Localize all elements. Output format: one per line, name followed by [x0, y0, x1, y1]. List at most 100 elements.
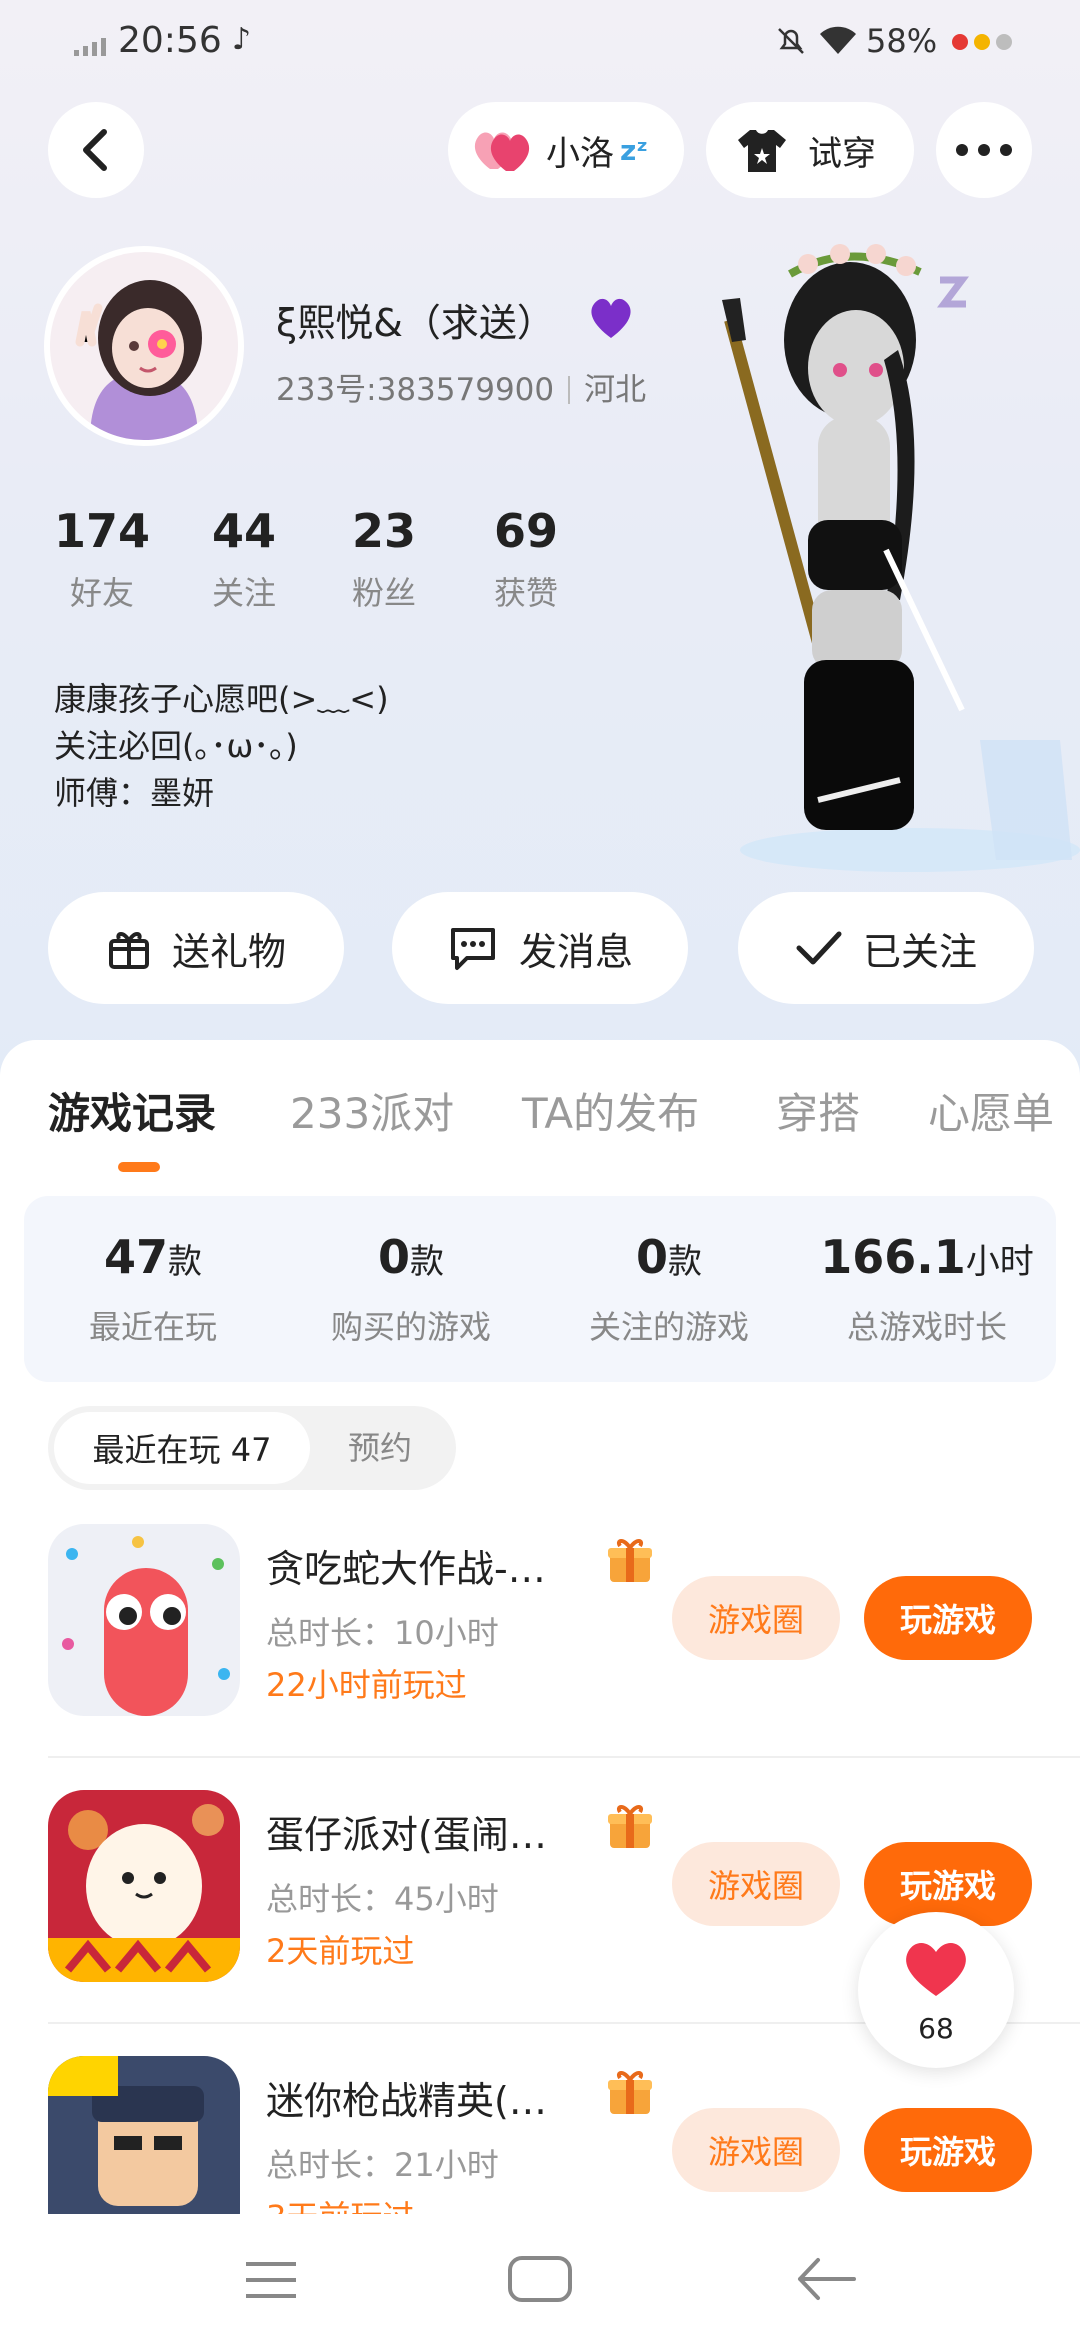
chevron-left-icon — [83, 129, 107, 171]
game-circle-button[interactable]: 游戏圈 — [672, 1842, 840, 1926]
try-on-label: 试穿 — [808, 133, 876, 174]
summary-value: 0 — [377, 1230, 410, 1284]
summary-total-time[interactable]: 166.1小时 总游戏时长 — [798, 1230, 1056, 1348]
game-last-played: 3天前玩过 — [266, 2192, 414, 2214]
game-row[interactable]: 贪吃蛇大作战-… 总时长：10小时 22小时前玩过 游戏圈 玩游戏 — [0, 1524, 1080, 1790]
summary-label: 最近在玩 — [88, 1308, 217, 1346]
segment-reservation[interactable]: 预约 — [348, 1406, 412, 1490]
game-last-played: 22小时前玩过 — [266, 1666, 467, 1704]
message-icon — [450, 928, 495, 970]
snake-game-icon[interactable] — [48, 1524, 240, 1716]
eggy-party-icon[interactable] — [48, 1790, 240, 1982]
summary-unit: 款 — [668, 1242, 702, 1282]
game-name: 蛋仔派对(蛋闹… — [266, 1813, 547, 1857]
summary-unit: 款 — [168, 1242, 202, 1282]
play-game-button[interactable]: 玩游戏 — [864, 1576, 1032, 1660]
tab-outfits[interactable]: 穿搭 — [776, 1080, 860, 1141]
game-duration: 总时长：45小时 — [266, 1880, 499, 1918]
gift-icon[interactable] — [604, 1800, 656, 1852]
tab-indicator — [118, 1162, 160, 1172]
game-circle-button[interactable]: 游戏圈 — [672, 1576, 840, 1660]
try-on-button[interactable]: 试穿 — [706, 102, 914, 198]
gift-icon[interactable] — [604, 1534, 656, 1586]
color-dots-icon — [952, 34, 1012, 50]
summary-value: 0 — [635, 1230, 668, 1284]
stat-fans[interactable]: 23 粉丝 — [314, 504, 454, 614]
followed-button[interactable]: 已关注 — [738, 892, 1034, 1004]
game-summary: 47款 最近在玩 0款 购买的游戏 0款 关注的游戏 166.1小时 总游戏时长 — [24, 1196, 1056, 1382]
mute-bell-icon — [778, 28, 804, 54]
user-id-line: 233号:383579900 河北 — [276, 364, 646, 409]
mini-gun-game-icon[interactable] — [48, 2056, 240, 2214]
double-heart-icon — [474, 132, 530, 171]
summary-label: 购买的游戏 — [330, 1308, 491, 1346]
send-message-button[interactable]: 发消息 — [392, 892, 688, 1004]
tab-wishlist[interactable]: 心愿单 — [928, 1080, 1054, 1141]
home-icon[interactable] — [508, 2256, 572, 2302]
divider — [48, 1756, 1080, 1758]
system-nav-bar — [0, 2214, 1080, 2340]
summary-label: 总游戏时长 — [846, 1308, 1007, 1346]
tshirt-icon — [738, 130, 786, 172]
stat-value: 69 — [493, 504, 558, 558]
bio: 康康孩子心愿吧(>﹏<) 关注必回(｡･ω･｡) 师傅：墨妍 — [54, 676, 389, 817]
game-list-segment: 最近在玩 47 预约 — [48, 1406, 456, 1490]
wifi-icon — [820, 26, 856, 54]
more-dots-icon — [956, 144, 1012, 156]
status-time: 20:56 — [118, 20, 222, 61]
back-button[interactable] — [48, 102, 144, 198]
stat-label: 好友 — [69, 574, 134, 612]
bio-line: 师傅：墨妍 — [54, 774, 215, 812]
tab-ta-posts[interactable]: TA的发布 — [522, 1080, 699, 1141]
like-floating-button[interactable]: 68 — [858, 1912, 1014, 2068]
stat-following[interactable]: 44 关注 — [174, 504, 314, 614]
stat-label: 获赞 — [493, 574, 558, 612]
game-last-played: 2天前玩过 — [266, 1932, 415, 1970]
stat-label: 粉丝 — [351, 574, 416, 612]
game-row[interactable]: 迷你枪战精英(… 总时长：21小时 3天前玩过 游戏圈 玩游戏 — [0, 2056, 1080, 2214]
send-gift-label: 送礼物 — [171, 929, 286, 974]
send-message-label: 发消息 — [518, 929, 633, 974]
sleep-zzz-icon: zᶻ — [620, 133, 648, 167]
send-gift-button[interactable]: 送礼物 — [48, 892, 344, 1004]
purple-heart-icon — [591, 298, 631, 338]
xiaoluo-label: 小洛 — [546, 133, 614, 174]
bio-line: 康康孩子心愿吧(>﹏<) — [54, 680, 389, 718]
game-circle-button[interactable]: 游戏圈 — [672, 2108, 840, 2192]
avatar-image — [50, 252, 238, 440]
tiktok-icon: ♪ — [232, 22, 252, 57]
gift-icon[interactable] — [604, 2066, 656, 2118]
profile-tabs: 游戏记录 233派对 TA的发布 穿搭 心愿单 — [0, 1080, 1080, 1160]
like-count: 68 — [918, 2012, 954, 2045]
summary-purchased[interactable]: 0款 购买的游戏 — [282, 1230, 540, 1348]
stat-label: 关注 — [211, 574, 276, 612]
avatar[interactable] — [44, 246, 244, 446]
summary-unit: 小时 — [965, 1242, 1034, 1282]
stat-likes[interactable]: 69 获赞 — [456, 504, 596, 614]
stat-friends[interactable]: 174 好友 — [32, 504, 172, 614]
user-id[interactable]: 233号:383579900 — [276, 372, 554, 408]
more-button[interactable] — [936, 102, 1032, 198]
segment-recent-playing[interactable]: 最近在玩 47 — [54, 1412, 310, 1484]
bio-line: 关注必回(｡･ω･｡) — [54, 727, 298, 765]
tab-233-party[interactable]: 233派对 — [290, 1080, 454, 1141]
xiaoluo-pet-button[interactable]: 小洛 zᶻ — [448, 102, 684, 198]
signal-icon — [74, 38, 106, 56]
avatar-character-figure[interactable] — [700, 220, 1080, 900]
game-name: 迷你枪战精英(… — [266, 2079, 547, 2123]
nickname: ξ熙悦&（求送） — [276, 301, 555, 345]
separator — [568, 376, 571, 404]
tab-game-records[interactable]: 游戏记录 — [48, 1080, 216, 1141]
menu-icon[interactable] — [244, 2260, 298, 2300]
summary-followed-games[interactable]: 0款 关注的游戏 — [540, 1230, 798, 1348]
check-icon — [796, 931, 842, 965]
gift-icon — [108, 932, 149, 969]
status-bar: 20:56 ♪ 58% — [0, 0, 1080, 84]
game-duration: 总时长：10小时 — [266, 1614, 499, 1652]
summary-value: 166.1 — [820, 1230, 966, 1284]
summary-label: 关注的游戏 — [588, 1308, 749, 1346]
heart-icon — [906, 1943, 966, 1996]
play-game-button[interactable]: 玩游戏 — [864, 2108, 1032, 2192]
back-arrow-icon[interactable] — [796, 2254, 856, 2304]
summary-recent-played[interactable]: 47款 最近在玩 — [24, 1230, 282, 1348]
